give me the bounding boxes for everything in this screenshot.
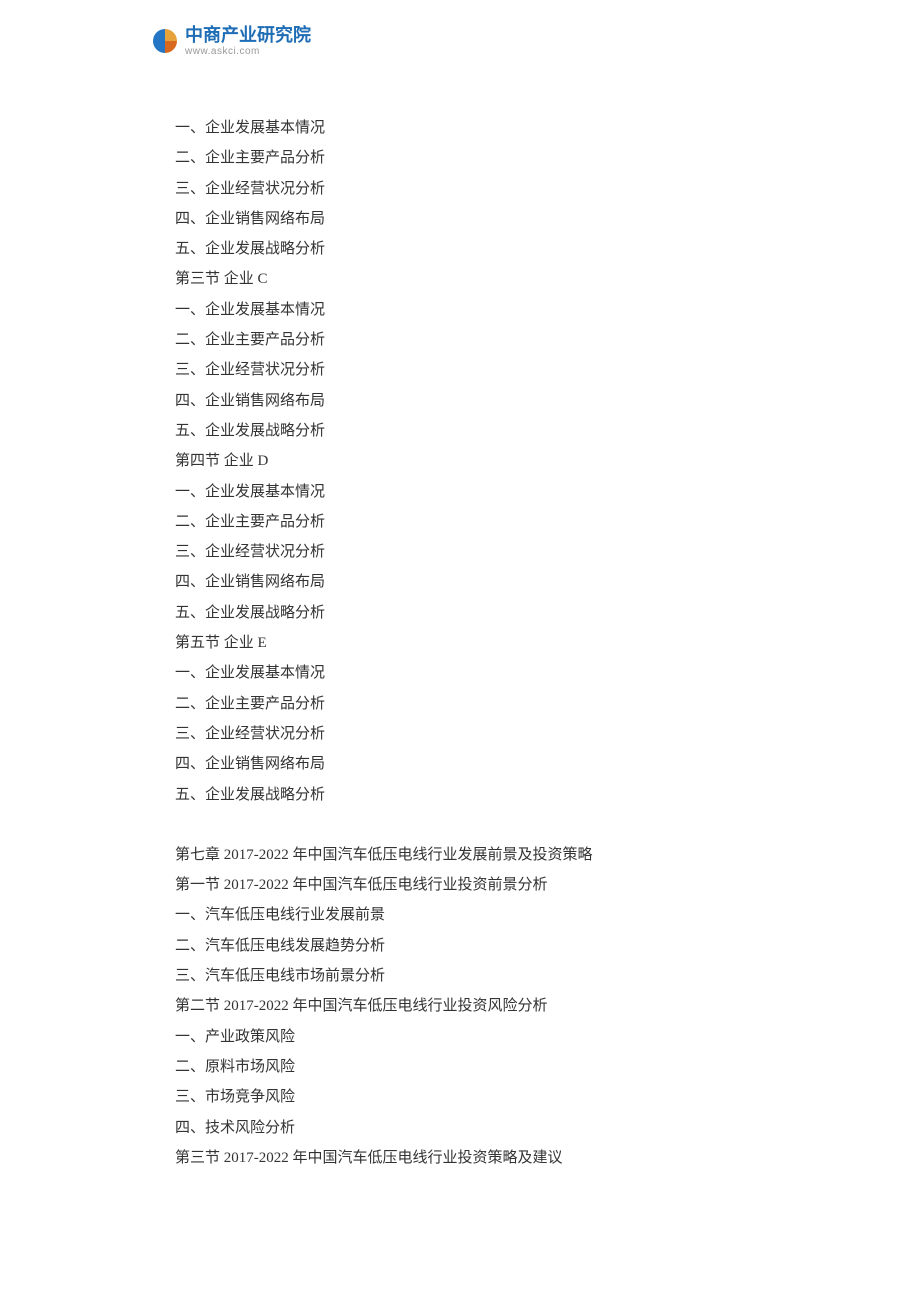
toc-line: 第四节 企业 D [175, 446, 775, 476]
logo-name-cn: 中商产业研究院 [185, 26, 311, 46]
toc-line: 五、企业发展战略分析 [175, 234, 775, 264]
toc-line: 三、企业经营状况分析 [175, 719, 775, 749]
toc-line: 五、企业发展战略分析 [175, 598, 775, 628]
toc-line: 一、企业发展基本情况 [175, 113, 775, 143]
toc-line: 二、企业主要产品分析 [175, 507, 775, 537]
toc-line: 二、企业主要产品分析 [175, 143, 775, 173]
toc-line: 二、企业主要产品分析 [175, 689, 775, 719]
toc-line: 四、企业销售网络布局 [175, 567, 775, 597]
toc-line: 五、企业发展战略分析 [175, 780, 775, 810]
toc-line: 二、原料市场风险 [175, 1052, 775, 1082]
toc-line: 三、企业经营状况分析 [175, 174, 775, 204]
toc-line: 五、企业发展战略分析 [175, 416, 775, 446]
toc-line: 四、技术风险分析 [175, 1113, 775, 1143]
toc-line: 一、企业发展基本情况 [175, 295, 775, 325]
toc-line: 第五节 企业 E [175, 628, 775, 658]
toc-line: 一、产业政策风险 [175, 1022, 775, 1052]
toc-line: 第三节 企业 C [175, 264, 775, 294]
logo: 中商产业研究院 www.askci.com [150, 26, 311, 57]
blank-line [175, 810, 775, 840]
toc-line: 四、企业销售网络布局 [175, 204, 775, 234]
toc-line: 一、企业发展基本情况 [175, 477, 775, 507]
toc-line: 第七章 2017-2022 年中国汽车低压电线行业发展前景及投资策略 [175, 840, 775, 870]
logo-text-group: 中商产业研究院 www.askci.com [185, 26, 311, 57]
toc-line: 一、汽车低压电线行业发展前景 [175, 900, 775, 930]
toc-line: 第三节 2017-2022 年中国汽车低压电线行业投资策略及建议 [175, 1143, 775, 1173]
toc-line: 第二节 2017-2022 年中国汽车低压电线行业投资风险分析 [175, 991, 775, 1021]
toc-line: 三、汽车低压电线市场前景分析 [175, 961, 775, 991]
toc-line: 四、企业销售网络布局 [175, 749, 775, 779]
toc-line: 一、企业发展基本情况 [175, 658, 775, 688]
toc-line: 第一节 2017-2022 年中国汽车低压电线行业投资前景分析 [175, 870, 775, 900]
toc-line: 二、企业主要产品分析 [175, 325, 775, 355]
toc-line: 二、汽车低压电线发展趋势分析 [175, 931, 775, 961]
document-content: 一、企业发展基本情况 二、企业主要产品分析 三、企业经营状况分析 四、企业销售网… [175, 113, 775, 1173]
toc-line: 三、企业经营状况分析 [175, 537, 775, 567]
toc-line: 三、市场竞争风险 [175, 1082, 775, 1112]
logo-icon [150, 26, 180, 56]
logo-name-en: www.askci.com [185, 46, 311, 57]
toc-line: 四、企业销售网络布局 [175, 386, 775, 416]
toc-line: 三、企业经营状况分析 [175, 355, 775, 385]
